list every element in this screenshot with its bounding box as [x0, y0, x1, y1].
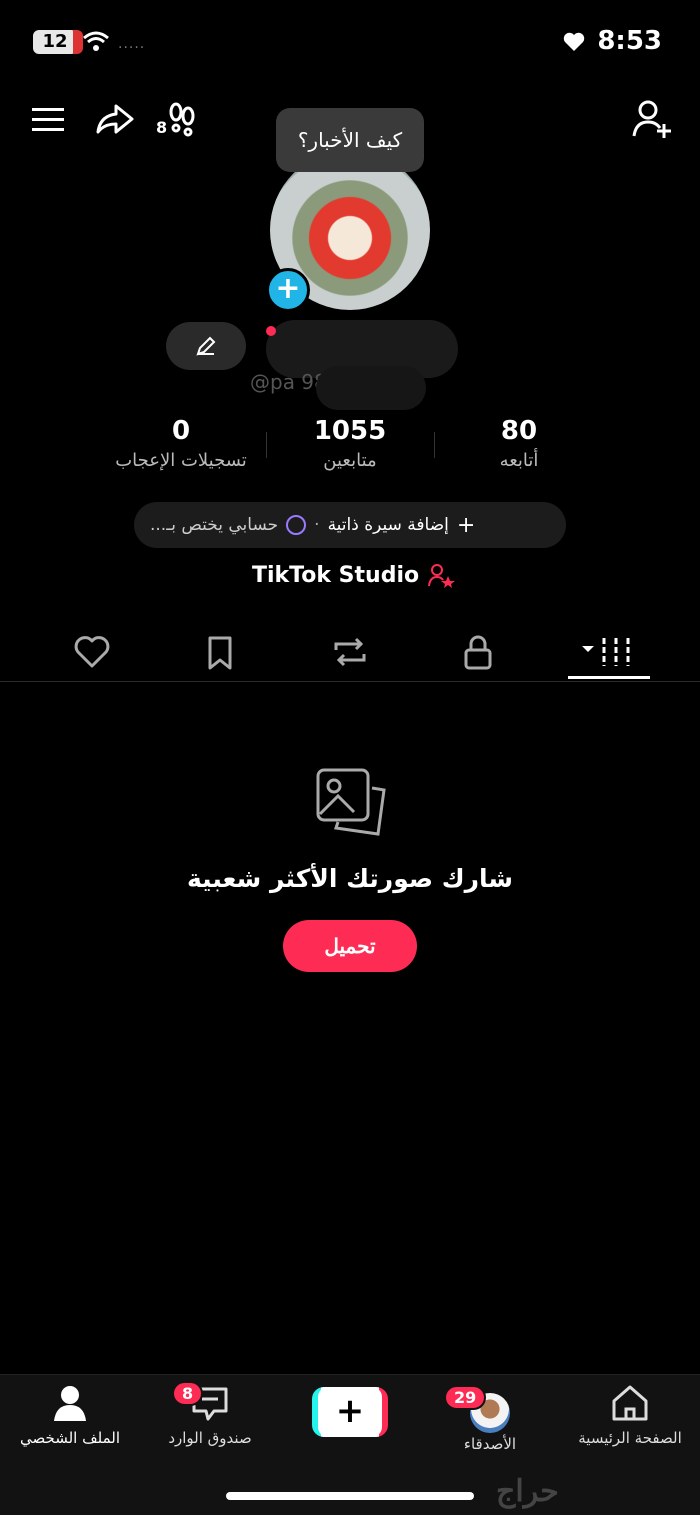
home-icon: [612, 1385, 648, 1421]
stat-likes[interactable]: 0 تسجيلات الإعجاب: [96, 416, 266, 471]
plus-icon: +: [312, 1387, 388, 1437]
reposts-tab-repost-icon[interactable]: [328, 630, 372, 674]
videos-tab-grid-icon[interactable]: [580, 630, 640, 674]
create-button[interactable]: +: [312, 1387, 388, 1437]
nav-home[interactable]: الصفحة الرئيسية: [568, 1383, 692, 1447]
private-tab-lock-icon[interactable]: [456, 630, 500, 674]
signal-dots: .....: [118, 36, 146, 52]
liked-tab-heart-icon[interactable]: [70, 630, 114, 674]
battery-indicator: 12: [33, 30, 83, 54]
empty-state-title: شارك صورتك الأكثر شعبية: [186, 864, 514, 893]
menu-icon[interactable]: [28, 98, 72, 142]
status-bar: 12 ..... 8:53: [0, 0, 700, 84]
nav-profile[interactable]: الملف الشخصي: [10, 1383, 130, 1447]
bio-separator: ·: [314, 515, 320, 535]
home-indicator[interactable]: [226, 1492, 474, 1500]
stat-following[interactable]: 80 أتابعه: [476, 416, 562, 471]
studio-label: TikTok Studio: [252, 562, 420, 588]
add-bio-label: إضافة سيرة ذاتية: [327, 515, 449, 535]
status-tooltip[interactable]: كيف الأخبار؟: [276, 108, 424, 172]
stat-followers[interactable]: 1055 متابعين: [290, 416, 410, 471]
nav-home-label: الصفحة الرئيسية: [578, 1429, 682, 1447]
edit-profile-button[interactable]: [166, 322, 246, 370]
nav-friends-label: الأصدقاء: [463, 1435, 517, 1453]
add-user-icon[interactable]: [630, 98, 674, 142]
profile-icon: [54, 1386, 86, 1421]
plus-icon: +: [456, 512, 476, 538]
nav-inbox-label: صندوق الوارد: [168, 1429, 252, 1447]
share-icon[interactable]: [92, 98, 136, 142]
likes-count: 0: [171, 416, 191, 446]
smiley-icon: [286, 515, 307, 535]
nav-profile-label: الملف الشخصي: [20, 1429, 120, 1447]
stat-divider: [266, 432, 267, 458]
pencil-icon: [196, 336, 216, 356]
followers-count: 1055: [313, 416, 387, 446]
inbox-badge: 8: [172, 1381, 204, 1406]
upload-button[interactable]: تحميل: [283, 920, 417, 972]
likes-label: تسجيلات الإعجاب: [115, 450, 247, 471]
creator-star-icon: [428, 564, 456, 588]
notification-dot: [266, 326, 276, 336]
bio-preview: حسابي يختص بـ...: [150, 515, 279, 535]
content-tabs: [0, 620, 700, 682]
friends-badge: 29: [444, 1385, 487, 1410]
following-count: 80: [500, 416, 538, 446]
steps-count: 8: [156, 118, 168, 137]
haraj-watermark: حراج: [496, 1474, 559, 1509]
heart-icon: [563, 32, 585, 51]
nav-friends[interactable]: 29 الأصدقاء: [440, 1383, 540, 1453]
nav-inbox[interactable]: 8 صندوق الوارد: [158, 1381, 262, 1447]
active-tab-indicator: [568, 676, 650, 679]
add-bio-button[interactable]: + إضافة سيرة ذاتية · حسابي يختص بـ...: [134, 502, 566, 548]
tiktok-studio-link[interactable]: TikTok Studio: [252, 562, 456, 588]
stat-divider: [434, 432, 435, 458]
wifi-icon: [83, 31, 109, 51]
favorites-tab-bookmark-icon[interactable]: [198, 630, 242, 674]
clock: 8:53: [597, 26, 662, 56]
following-label: أتابعه: [499, 450, 539, 471]
followers-label: متابعين: [323, 450, 377, 471]
add-avatar-button[interactable]: +: [266, 268, 310, 312]
handle-redacted: [316, 366, 426, 410]
photo-icon: [316, 768, 386, 836]
